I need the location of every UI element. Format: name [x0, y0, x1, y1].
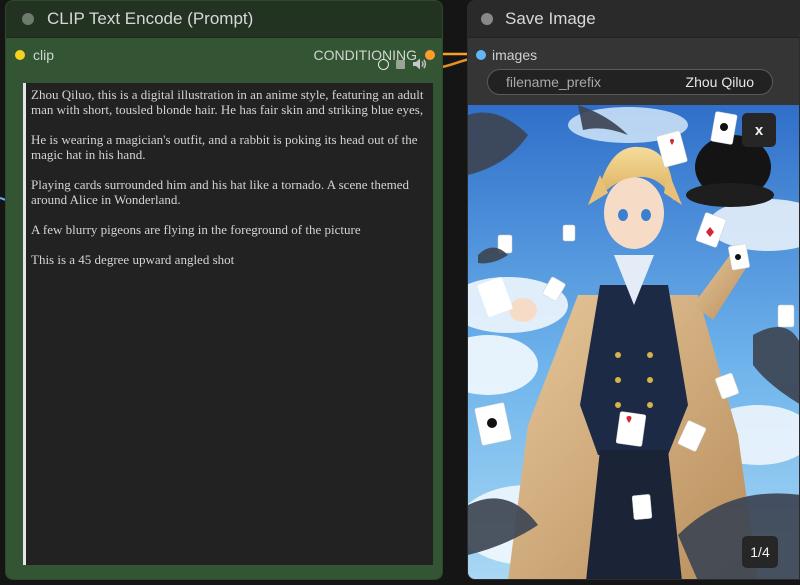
filename-prefix-field[interactable]: filename_prefix Zhou Qiluo [487, 69, 773, 95]
images-input-label: images [492, 47, 538, 63]
clip-node-title: CLIP Text Encode (Prompt) [47, 9, 254, 28]
circle-outline-icon[interactable] [378, 59, 389, 70]
save-node-title: Save Image [505, 9, 596, 28]
prompt-textarea[interactable]: Zhou Qiluo, this is a digital illustrati… [23, 83, 433, 565]
node-canvas[interactable]: CLIP Text Encode (Prompt) clip CONDITION… [0, 0, 800, 585]
filename-prefix-label: filename_prefix [506, 74, 601, 90]
close-preview-button[interactable]: x [742, 113, 776, 147]
clip-input-slot[interactable] [15, 50, 25, 60]
clip-input-label: clip [33, 47, 55, 63]
clip-node-titlebar[interactable]: CLIP Text Encode (Prompt) [6, 1, 442, 38]
images-input-slot[interactable] [476, 50, 486, 60]
save-image-node[interactable]: Save Image images filename_prefix Zhou Q… [467, 0, 800, 580]
collapse-dot-icon[interactable] [22, 13, 34, 25]
image-page-counter: 1/4 [742, 536, 778, 568]
speaker-icon[interactable] [412, 57, 428, 71]
filename-prefix-value[interactable]: Zhou Qiluo [686, 74, 754, 90]
collapse-dot-icon[interactable] [481, 13, 493, 25]
preview-illustration [468, 105, 799, 579]
clip-text-encode-node[interactable]: CLIP Text Encode (Prompt) clip CONDITION… [5, 0, 443, 580]
save-node-titlebar[interactable]: Save Image [468, 1, 799, 38]
stop-square-icon[interactable] [396, 60, 405, 69]
image-preview[interactable] [468, 105, 799, 579]
